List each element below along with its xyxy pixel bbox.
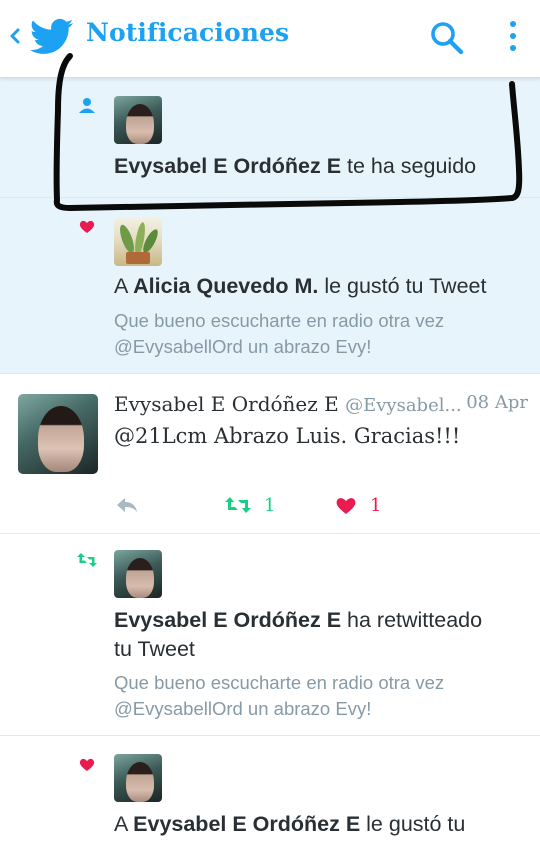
retweet-icon [225,497,251,513]
like-count: 1 [370,494,382,516]
heart-icon [336,498,356,514]
quote-line: Que bueno escucharte en radio otra vez [114,672,445,693]
notification-like[interactable]: A Evysabel E Ordóñez E le gustó tu [0,736,540,842]
heart-icon [79,758,95,771]
action-text: le gustó tu Tweet [324,274,487,298]
quote-line: @EvysabellOrd un abrazo Evy! [114,336,372,357]
tweet-author-name[interactable]: Evysabel E Ordóñez E [114,392,339,416]
actor-name[interactable]: Evysabel E Ordóñez E [114,608,341,632]
retweet-count: 1 [264,494,276,516]
prefix-text: A [114,274,128,298]
quote-line: Que bueno escucharte en radio otra vez [114,310,445,331]
heart-icon [79,220,95,233]
tweet-text: @21Lcm Abrazo Luis. Gracias!!! [114,424,461,448]
quote-line: @EvysabellOrd un abrazo Evy! [114,698,372,719]
notification-text: Evysabel E Ordóñez E te ha seguido [114,152,524,181]
like-button[interactable]: 1 [334,492,381,518]
twitter-bird-icon [30,18,74,54]
retweet-icon [77,553,97,567]
chevron-left-icon[interactable] [8,22,22,50]
page-title: Notificaciones [86,18,290,47]
actor-name[interactable]: Evysabel E Ordóñez E [114,154,341,178]
notification-like[interactable]: A Alicia Quevedo M. le gustó tu Tweet Qu… [0,198,540,374]
notification-text: A Evysabel E Ordóñez E le gustó tu [114,810,524,839]
action-text: le gustó tu [366,812,466,836]
avatar[interactable] [18,394,98,474]
action-text: te ha seguido [347,154,477,178]
actor-name[interactable]: Alicia Quevedo M. [133,274,318,298]
notification-text: Evysabel E Ordóñez E ha retwitteado tu T… [114,606,524,664]
action-text: ha retwitteado [347,608,483,632]
app-header: Notificaciones [0,0,540,78]
reply-button[interactable] [114,492,140,518]
avatar[interactable] [114,96,162,144]
tweet-handle[interactable]: @Evysabel... [345,395,462,416]
person-icon [79,98,95,113]
search-icon[interactable] [428,20,466,56]
avatar[interactable] [114,218,162,266]
notification-follow[interactable]: Evysabel E Ordóñez E te ha seguido [0,78,540,198]
tweet-timestamp: 08 Apr [466,392,528,413]
avatar[interactable] [114,754,162,802]
tweet-item[interactable]: Evysabel E Ordóñez E @Evysabel... 08 Apr… [0,374,540,534]
more-vertical-icon[interactable] [500,16,526,56]
action-text: tu Tweet [114,637,195,661]
notification-retweet[interactable]: Evysabel E Ordóñez E ha retwitteado tu T… [0,534,540,736]
avatar[interactable] [114,550,162,598]
quoted-tweet[interactable]: Que bueno escucharte en radio otra vez @… [114,308,524,360]
notification-text: A Alicia Quevedo M. le gustó tu Tweet [114,272,524,301]
reply-icon [117,498,137,512]
actor-name[interactable]: Evysabel E Ordóñez E [133,812,360,836]
retweet-button[interactable]: 1 [224,492,275,518]
prefix-text: A [114,812,128,836]
quoted-tweet[interactable]: Que bueno escucharte en radio otra vez @… [114,670,524,722]
